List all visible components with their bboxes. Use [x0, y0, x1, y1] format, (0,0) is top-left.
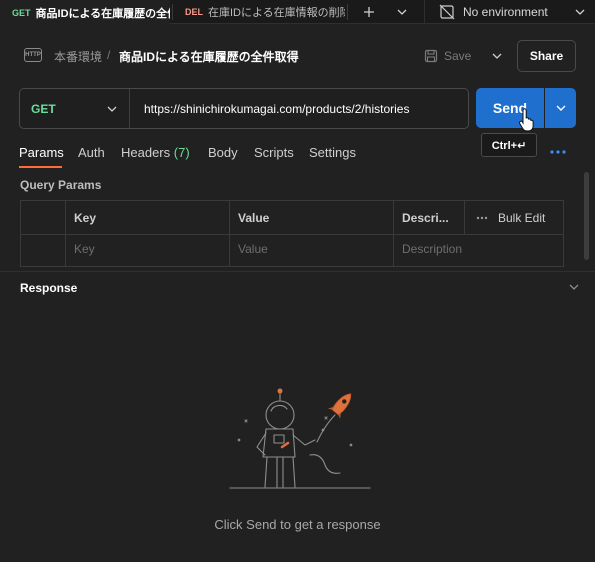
response-label[interactable]: Response	[20, 281, 77, 295]
column-header-description: Descri...	[402, 211, 449, 225]
url-bar: GET	[19, 88, 469, 129]
chevron-down-icon	[556, 105, 565, 111]
chevron-down-icon	[397, 9, 407, 15]
tab-delete-stock[interactable]: DEL 在庫IDによる在庫情報の削除	[173, 0, 345, 24]
table-column-divider	[464, 201, 465, 234]
request-title[interactable]: 商品IDによる在庫履歴の全件取得	[119, 48, 299, 65]
no-environment-icon	[439, 4, 455, 20]
bulk-edit-button[interactable]: Bulk Edit	[476, 211, 545, 225]
http-icon: HTTP	[24, 48, 42, 62]
param-description-input[interactable]: Description	[402, 242, 462, 256]
tab-method-del: DEL	[185, 7, 203, 17]
table-row-divider	[21, 234, 563, 235]
method-label: GET	[31, 101, 56, 116]
table-column-divider	[393, 201, 394, 266]
new-tab-button[interactable]	[360, 0, 378, 24]
hand-cursor-icon	[519, 108, 534, 132]
save-icon	[424, 49, 438, 63]
scrollbar[interactable]	[584, 172, 589, 260]
tab-params[interactable]: Params	[19, 145, 64, 160]
tab-separator	[347, 4, 348, 20]
plus-icon	[364, 7, 374, 17]
method-select[interactable]: GET	[20, 89, 130, 128]
tab-auth[interactable]: Auth	[78, 145, 105, 160]
param-value-input[interactable]: Value	[238, 242, 268, 256]
response-empty-message: Click Send to get a response	[214, 517, 381, 532]
astronaut-rocket-illustration	[229, 388, 371, 489]
param-key-input[interactable]: Key	[74, 242, 95, 256]
chevron-down-icon[interactable]	[569, 284, 579, 290]
headers-count-badge: (7)	[173, 145, 190, 160]
active-tab-indicator	[19, 166, 62, 168]
tab-headers[interactable]: Headers (7)	[121, 145, 190, 160]
more-icon	[476, 216, 488, 220]
tab-scripts[interactable]: Scripts	[254, 145, 294, 160]
column-header-value: Value	[238, 211, 270, 225]
column-header-key: Key	[74, 211, 97, 225]
environment-selector[interactable]: No environment	[424, 0, 595, 24]
share-button[interactable]: Share	[517, 40, 576, 72]
more-icon[interactable]	[550, 149, 566, 155]
tab-body[interactable]: Body	[208, 145, 238, 160]
tab-headers-label: Headers	[121, 145, 171, 160]
save-options-button[interactable]	[489, 44, 505, 68]
chevron-down-icon	[107, 106, 117, 112]
send-options-button[interactable]	[545, 88, 576, 128]
query-params-table: Key Value Descri... Bulk Edit Key Value …	[20, 200, 564, 267]
tab-bar: GET 商品IDによる在庫履歴の全件 DEL 在庫IDによる在庫情報の削除 No…	[0, 0, 595, 25]
query-params-label: Query Params	[20, 178, 102, 192]
table-column-divider	[229, 201, 230, 266]
breadcrumb-separator: /	[107, 48, 111, 62]
tab-name: 在庫IDによる在庫情報の削除	[208, 7, 345, 19]
save-button[interactable]: Save	[424, 44, 471, 68]
environment-label: No environment	[463, 5, 548, 19]
table-column-divider	[65, 201, 66, 266]
send-shortcut-tooltip: Ctrl+↵	[481, 133, 537, 157]
tabs-dropdown-button[interactable]	[393, 0, 411, 24]
tab-settings[interactable]: Settings	[309, 145, 356, 160]
tab-name: 商品IDによる在庫履歴の全件	[35, 7, 170, 20]
save-label: Save	[444, 49, 472, 63]
url-input[interactable]	[144, 100, 464, 118]
response-divider	[0, 271, 595, 272]
tab-method-get: GET	[12, 7, 31, 18]
chevron-down-icon	[492, 53, 502, 59]
breadcrumb-collection[interactable]: 本番環境	[54, 48, 102, 65]
request-header: HTTP 本番環境 / 商品IDによる在庫履歴の全件取得 Save Share	[0, 36, 595, 76]
tab-get-histories[interactable]: GET 商品IDによる在庫履歴の全件	[0, 0, 170, 25]
bulk-edit-label: Bulk Edit	[498, 211, 546, 225]
chevron-down-icon	[575, 9, 585, 15]
